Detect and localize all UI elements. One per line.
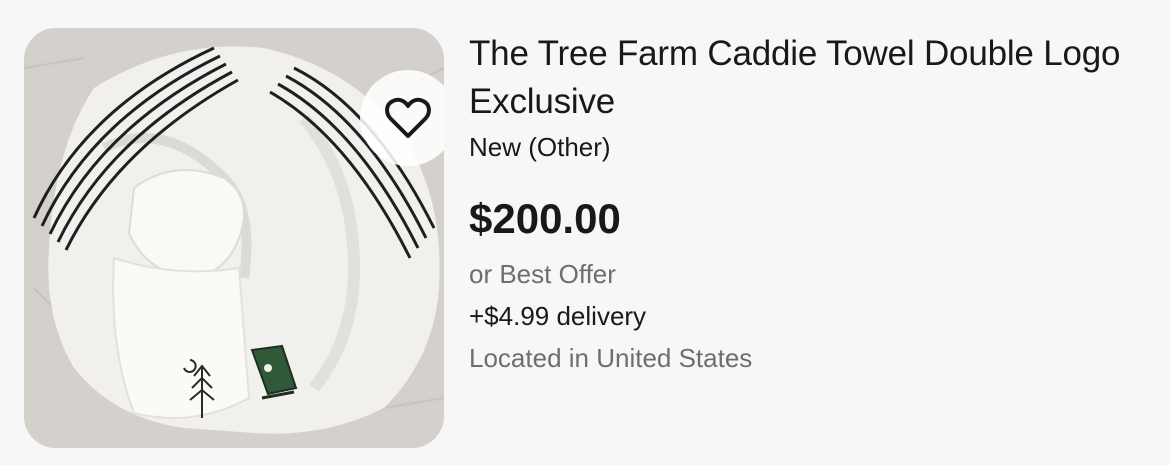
best-offer-label: or Best Offer	[469, 259, 616, 289]
listing-title[interactable]: The Tree Farm Caddie Towel Double Logo E…	[469, 30, 1159, 126]
heart-outline-icon	[385, 97, 431, 138]
listing-card[interactable]: The Tree Farm Caddie Towel Double Logo E…	[0, 0, 1170, 465]
item-location: Located in United States	[469, 343, 753, 373]
delivery-cost: +$4.99 delivery	[469, 301, 647, 331]
item-condition: New (Other)	[469, 132, 611, 162]
product-image[interactable]	[24, 28, 444, 448]
item-price: $200.00	[469, 195, 621, 242]
listing-details: The Tree Farm Caddie Towel Double Logo E…	[469, 30, 1159, 376]
